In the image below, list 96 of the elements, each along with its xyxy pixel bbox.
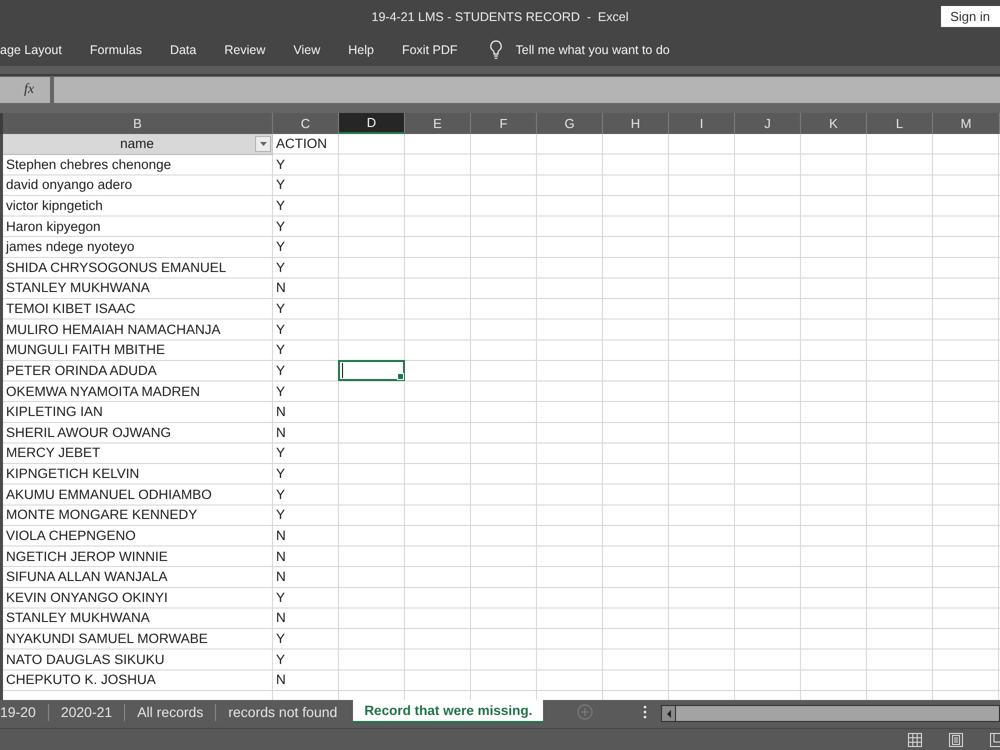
window-title: 19-4-21 LMS - STUDENTS RECORD - Excel xyxy=(372,10,628,24)
insert-function-button[interactable]: fx xyxy=(0,77,50,103)
table-cell-text: Y xyxy=(275,486,286,504)
table-cell-text: Y xyxy=(275,218,286,236)
table-cell-text: Haron kipyegon xyxy=(5,218,102,236)
table-cell-text: Y xyxy=(275,588,286,607)
table-cell-text: MONTE MONGARE KENNEDY xyxy=(5,506,198,524)
column-header[interactable]: K xyxy=(801,113,867,134)
table-cell-text: N xyxy=(275,526,287,545)
ribbon-tab[interactable]: Formulas xyxy=(90,42,142,56)
table-cell-text: KIPLETING IAN xyxy=(5,403,104,422)
table-cell-text: james ndege nyoteyo xyxy=(4,238,136,256)
column-title: name xyxy=(119,136,155,152)
table-cell-text: Y xyxy=(275,258,286,277)
table-cell-text: Stephen chebres chenonge xyxy=(5,156,172,174)
ribbon-tab[interactable]: age Layout xyxy=(0,42,62,56)
ribbon-tab[interactable]: Help xyxy=(348,42,374,56)
table-cell-text: SIFUNA ALLAN WANJALA xyxy=(5,568,169,586)
table-cell-text: Y xyxy=(275,362,286,380)
ribbon-tab[interactable]: Foxit PDF xyxy=(402,42,458,56)
table-cell-text: PETER ORINDA ADUDA xyxy=(5,362,158,380)
header-cell-text: ACTION xyxy=(275,135,328,153)
sheet-tab[interactable]: records not found xyxy=(216,700,350,723)
sign-in-button[interactable]: Sign in xyxy=(941,6,1000,27)
scrollbar-thumb[interactable] xyxy=(676,706,999,721)
fill-handle[interactable] xyxy=(397,373,404,380)
sheet-tab[interactable]: Record that were missing. xyxy=(353,700,544,723)
table-cell-text: KIPNGETICH KELVIN xyxy=(5,465,140,483)
table-cell-text: Y xyxy=(275,630,286,648)
page-break-view-icon[interactable] xyxy=(990,732,1000,746)
ribbon-tab[interactable]: Data xyxy=(170,42,196,56)
sheet-tab[interactable]: 2020-21 xyxy=(48,700,124,723)
table-cell-text: N xyxy=(275,671,287,690)
table-cell-text: OKEMWA NYAMOITA MADREN xyxy=(5,382,202,400)
triangle-left-icon xyxy=(666,710,671,718)
ribbon-tab[interactable]: Review xyxy=(224,42,266,56)
table-cell-text: david onyango adero xyxy=(5,176,134,194)
table-cell-text: N xyxy=(275,403,287,422)
table-cell-text: Y xyxy=(275,444,286,462)
column-header[interactable]: M xyxy=(933,113,1000,134)
lightbulb-icon xyxy=(488,40,503,59)
table-cell-text: N xyxy=(275,279,287,298)
tell-me-field[interactable]: Tell me what you want to do xyxy=(516,42,676,56)
table-cell-text: CHEPKUTO K. JOSHUA xyxy=(5,671,157,690)
table-cell-text: N xyxy=(275,548,287,566)
column-header[interactable]: G xyxy=(537,113,603,134)
table-cell-text: Y xyxy=(275,196,286,215)
table-cell-text: SHIDA CHRYSOGONUS EMANUEL xyxy=(5,258,228,277)
table-cell-text: NATO DAUGLAS SIKUKU xyxy=(5,650,166,669)
horizontal-scrollbar[interactable] xyxy=(661,705,1000,722)
table-cell-text: AKUMU EMMANUEL ODHIAMBO xyxy=(5,486,213,504)
table-cell-text: MUNGULI FAITH MBITHE xyxy=(5,341,166,360)
table-cell-text: VIOLA CHEPNGENO xyxy=(5,526,137,545)
table-cell-text: STANLEY MUKHWANA xyxy=(5,279,151,298)
column-header[interactable]: J xyxy=(735,113,801,134)
table-cell-text: Y xyxy=(275,465,286,483)
page-view-icon[interactable] xyxy=(949,732,963,746)
table-cell-text: victor kipngetich xyxy=(5,196,104,215)
table-cell-text: N xyxy=(275,609,287,628)
table-cell-text: SHERIL AWOUR OJWANG xyxy=(5,424,172,442)
caret-icon xyxy=(260,142,266,146)
table-cell-text: Y xyxy=(275,156,286,174)
ribbon-tab[interactable]: View xyxy=(293,42,320,56)
sheet-tab[interactable]: All records xyxy=(125,700,216,723)
more-icon[interactable] xyxy=(643,705,648,719)
column-header[interactable]: H xyxy=(603,113,669,134)
table-cell-text: MULIRO HEMAIAH NAMACHANJA xyxy=(5,320,222,339)
column-header[interactable]: F xyxy=(471,113,537,134)
table-cell-text: TEMOI KIBET ISAAC xyxy=(5,300,137,318)
table-cell-text: N xyxy=(275,568,287,586)
column-header[interactable]: D xyxy=(339,113,405,134)
table-cell-text: Y xyxy=(275,238,286,256)
grid-view-icon[interactable] xyxy=(908,732,922,746)
column-header[interactable]: C xyxy=(273,113,339,134)
column-header[interactable]: E xyxy=(405,113,471,134)
formula-field[interactable] xyxy=(54,77,1000,103)
table-cell-text: Y xyxy=(275,341,286,360)
table-cell-text: MERCY JEBET xyxy=(5,444,102,462)
table-cell-text: Y xyxy=(275,506,286,524)
table-cell-text: Y xyxy=(275,176,286,194)
selected-cell[interactable] xyxy=(338,360,405,382)
filter-button[interactable] xyxy=(255,136,271,152)
sheet-tab[interactable]: 19-20 xyxy=(0,700,48,723)
text-cursor xyxy=(342,363,343,378)
table-cell-text: Y xyxy=(275,300,286,318)
table-cell-text: N xyxy=(275,424,287,442)
column-header[interactable]: L xyxy=(867,113,933,134)
table-cell-text: NGETICH JEROP WINNIE xyxy=(5,548,169,566)
table-cell-text: Y xyxy=(275,382,286,400)
table-cell-text: STANLEY MUKHWANA xyxy=(5,609,151,628)
column-header[interactable]: I xyxy=(669,113,735,134)
column-header[interactable]: B xyxy=(3,113,273,134)
table-cell-text: Y xyxy=(275,320,286,339)
table-cell-text: NYAKUNDI SAMUEL MORWABE xyxy=(5,630,209,648)
table-cell-text: KEVIN ONYANGO OKINYI xyxy=(5,588,169,607)
table-cell-text: Y xyxy=(275,650,286,669)
